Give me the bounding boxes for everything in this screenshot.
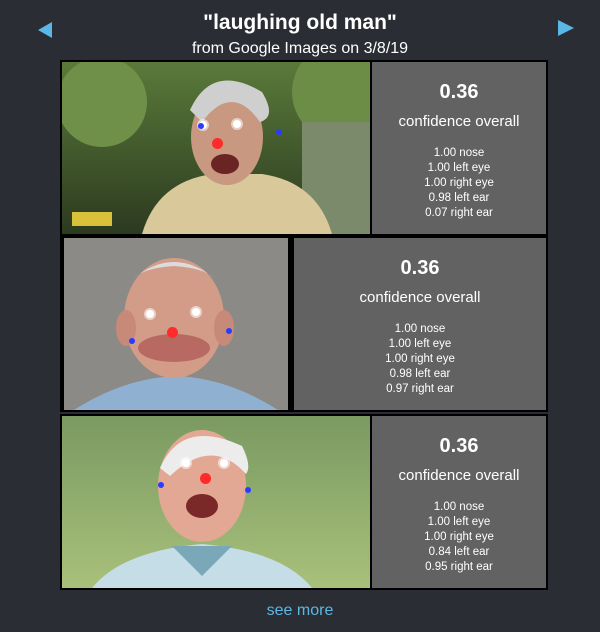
part-score: 1.00 left eye — [427, 162, 491, 174]
overall-score: 0.36 — [439, 435, 479, 457]
part-score: 1.00 right eye — [385, 353, 455, 365]
part-score: 1.00 nose — [394, 323, 446, 335]
result-card: 0.36 confidence overall 1.00 nose 1.00 l… — [60, 236, 548, 412]
keypoint-right-eye — [182, 459, 190, 467]
keypoint-right-ear — [129, 338, 135, 344]
laughing-man-photo-2 — [64, 238, 288, 410]
keypoint-left-ear — [226, 328, 232, 334]
keypoint-nose — [212, 138, 223, 149]
confidence-label: confidence overall — [398, 467, 520, 484]
keypoint-nose — [200, 473, 211, 484]
keypoint-right-eye — [146, 310, 154, 318]
keypoint-left-ear — [276, 129, 282, 135]
part-score: 1.00 right eye — [424, 177, 494, 189]
keypoint-scores: 1.00 nose 1.00 left eye 1.00 right eye 0… — [372, 500, 546, 575]
result-photo[interactable] — [62, 62, 370, 234]
keypoint-nose — [167, 327, 178, 338]
overall-score: 0.36 — [439, 81, 479, 103]
keypoint-left-eye — [233, 120, 241, 128]
result-photo[interactable] — [62, 416, 370, 588]
part-score: 1.00 nose — [433, 501, 485, 513]
query-title: "laughing old man" — [203, 11, 397, 34]
result-info-panel: 0.36 confidence overall 1.00 nose 1.00 l… — [294, 238, 546, 410]
keypoint-right-ear — [158, 482, 164, 488]
result-card: 0.36 confidence overall 1.00 nose 1.00 l… — [60, 60, 548, 236]
result-info-panel: 0.36 confidence overall 1.00 nose 1.00 l… — [372, 416, 546, 588]
overall-score: 0.36 — [400, 257, 440, 279]
result-photo[interactable] — [64, 238, 288, 410]
see-more-link[interactable]: see more — [0, 602, 600, 620]
part-score: 1.00 left eye — [388, 338, 452, 350]
part-score: 1.00 left eye — [427, 516, 491, 528]
keypoint-right-ear — [198, 123, 204, 129]
keypoint-left-eye — [220, 459, 228, 467]
part-score: 0.95 right ear — [425, 561, 493, 573]
confidence-label: confidence overall — [359, 289, 481, 306]
query-subtitle: from Google Images on 3/8/19 — [191, 40, 409, 57]
keypoint-left-ear — [245, 487, 251, 493]
part-score: 1.00 right eye — [424, 531, 494, 543]
part-score: 0.84 left ear — [428, 546, 490, 558]
result-card: 0.36 confidence overall 1.00 nose 1.00 l… — [60, 414, 548, 590]
result-info-panel: 0.36 confidence overall 1.00 nose 1.00 l… — [372, 62, 546, 234]
keypoint-scores: 1.00 nose 1.00 left eye 1.00 right eye 0… — [372, 146, 546, 221]
part-score: 0.07 right ear — [425, 207, 493, 219]
part-score: 0.98 left ear — [428, 192, 490, 204]
keypoint-scores: 1.00 nose 1.00 left eye 1.00 right eye 0… — [294, 322, 546, 397]
confidence-label: confidence overall — [398, 113, 520, 130]
part-score: 0.98 left ear — [389, 368, 451, 380]
part-score: 0.97 right ear — [386, 383, 454, 395]
laughing-man-photo-3 — [62, 416, 370, 588]
part-score: 1.00 nose — [433, 147, 485, 159]
keypoint-left-eye — [192, 308, 200, 316]
